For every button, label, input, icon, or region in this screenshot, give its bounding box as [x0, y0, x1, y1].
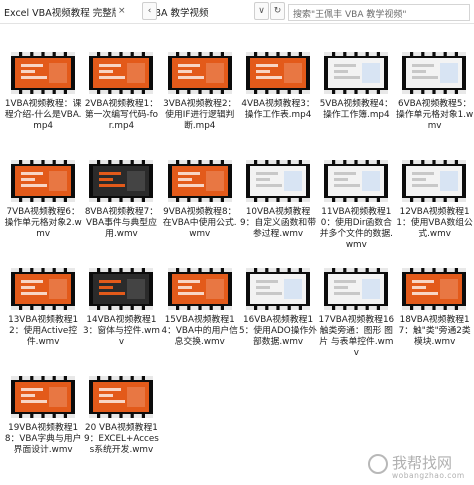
file-item[interactable]: 13VBA视频教程12：使用Active控件.wmv: [4, 262, 82, 370]
thumbnail-screen: [15, 382, 71, 412]
file-item[interactable]: 18VBA视频教程17：触"类"旁通2类模块.wmv: [395, 262, 473, 370]
title-bar: Excel VBA视频教程 完整版 × VBA 教学视频 ‹ ∨ ↻ 搜索"王佩…: [0, 0, 474, 24]
video-thumbnail-icon: [167, 160, 232, 202]
thumbnail-screen: [15, 274, 71, 304]
file-name: 3VBA视频教程2：使用IF进行逻辑判断.mp4: [163, 99, 237, 131]
video-thumbnail-icon: [167, 268, 232, 310]
thumbnail-screen: [93, 274, 150, 304]
video-thumbnail-icon: [324, 160, 389, 202]
thumbnail-screen: [249, 274, 306, 304]
file-item[interactable]: 9VBA视频教程8：在VBA中使用公式.wmv: [161, 154, 239, 262]
file-item[interactable]: 2VBA视频教程1：第一次编写代码-for.mp4: [82, 46, 160, 154]
file-item[interactable]: 14VBA视频教程13：窗体与控件.wmv: [82, 262, 160, 370]
video-thumbnail-icon: [89, 160, 154, 202]
file-name: 1VBA视频教程：课程介绍-什么是VBA.mp4: [4, 99, 82, 131]
file-item[interactable]: 12VBA视频教程11：使用VBA数组公式.wmv: [395, 154, 473, 262]
thumbnail-screen: [328, 274, 385, 304]
file-name: 17VBA视频教程16 触类旁通：图形 图片 与表单控件.wmv: [318, 315, 395, 358]
file-name: 10VBA视频教程9：自定义函数和带参过程.wmv: [240, 207, 317, 239]
file-item[interactable]: 15VBA视频教程14：VBA中的用户信息交换.wmv: [161, 262, 239, 370]
watermark-url: wobangzhao.com: [392, 471, 465, 480]
file-name: 15VBA视频教程14：VBA中的用户信息交换.wmv: [161, 315, 238, 347]
thumbnail-screen: [406, 58, 463, 88]
file-item[interactable]: 16VBA视频教程15：使用ADO操作外部数据.wmv: [239, 262, 317, 370]
video-thumbnail-icon: [324, 268, 389, 310]
file-item[interactable]: 3VBA视频教程2：使用IF进行逻辑判断.mp4: [161, 46, 239, 154]
video-thumbnail-icon: [11, 52, 75, 94]
file-item[interactable]: 6VBA视频教程5：操作单元格对象1.wmv: [395, 46, 473, 154]
file-name: 13VBA视频教程12：使用Active控件.wmv: [8, 315, 79, 347]
file-item[interactable]: 20 VBA视频教程19：EXCEL+Access系统开发.wmv: [82, 370, 160, 478]
thumbnail-screen: [328, 58, 385, 88]
file-item[interactable]: 11VBA视频教程10：使用Dir函数合并多个文件的数据.wmv: [317, 154, 395, 262]
thumbnail-screen: [406, 166, 463, 196]
file-item[interactable]: 4VBA视频教程3：操作工作表.mp4: [239, 46, 317, 154]
video-thumbnail-icon: [11, 160, 75, 202]
watermark-text: 我帮找网: [392, 454, 453, 472]
file-name: 6VBA视频教程5：操作单元格对象1.wmv: [396, 99, 474, 131]
video-thumbnail-icon: [245, 52, 310, 94]
file-name: 18VBA视频教程17：触"类"旁通2类模块.wmv: [398, 315, 471, 347]
thumbnail-screen: [328, 166, 385, 196]
file-item[interactable]: 8VBA视频教程7：VBA事件与典型应用.wmv: [82, 154, 160, 262]
file-name: 9VBA视频教程8：在VBA中使用公式.wmv: [162, 207, 237, 239]
refresh-icon[interactable]: ↻: [270, 2, 285, 20]
video-thumbnail-icon: [11, 376, 75, 418]
file-item[interactable]: 7VBA视频教程6：操作单元格对象2.wmv: [4, 154, 82, 262]
file-name: 5VBA视频教程4：操作工作簿.mp4: [319, 99, 393, 120]
thumbnail-screen: [15, 166, 71, 196]
video-thumbnail-icon: [245, 268, 310, 310]
file-name: 2VBA视频教程1：第一次编写代码-for.mp4: [84, 99, 159, 131]
file-name: 20 VBA视频教程19：EXCEL+Access系统开发.wmv: [84, 423, 159, 455]
video-thumbnail-icon: [11, 268, 75, 310]
video-thumbnail-icon: [89, 376, 154, 418]
thumbnail-screen: [249, 166, 306, 196]
video-thumbnail-icon: [402, 160, 467, 202]
thumbnail-screen: [171, 274, 228, 304]
thumbnail-screen: [93, 382, 150, 412]
thumbnail-screen: [93, 58, 150, 88]
file-item[interactable]: 19VBA视频教程18：VBA字典与用户界面设计.wmv: [4, 370, 82, 478]
dropdown-icon[interactable]: ∨: [254, 2, 269, 20]
video-thumbnail-icon: [402, 268, 467, 310]
watermark-logo-icon: [368, 454, 388, 474]
file-item[interactable]: 1VBA视频教程：课程介绍-什么是VBA.mp4: [4, 46, 82, 154]
file-name: 8VBA视频教程7：VBA事件与典型应用.wmv: [84, 207, 159, 239]
video-thumbnail-icon: [167, 52, 232, 94]
video-thumbnail-icon: [402, 52, 467, 94]
thumbnail-screen: [171, 166, 228, 196]
thumbnail-screen: [15, 58, 71, 88]
close-icon[interactable]: ×: [118, 5, 126, 17]
file-name: 19VBA视频教程18：VBA字典与用户界面设计.wmv: [4, 423, 82, 455]
file-name: 16VBA视频教程15：使用ADO操作外部数据.wmv: [238, 315, 318, 347]
file-grid: 1VBA视频教程：课程介绍-什么是VBA.mp4 2VBA视频教程1：第一次编写代…: [4, 46, 474, 478]
watermark: 我帮找网 wobangzhao.com: [368, 452, 472, 482]
video-thumbnail-icon: [89, 268, 154, 310]
file-name: 14VBA视频教程13：窗体与控件.wmv: [82, 315, 160, 347]
file-item[interactable]: 10VBA视频教程9：自定义函数和带参过程.wmv: [239, 154, 317, 262]
video-thumbnail-icon: [89, 52, 154, 94]
file-name: 7VBA视频教程6：操作单元格对象2.wmv: [4, 207, 82, 239]
thumbnail-screen: [249, 58, 306, 88]
thumbnail-screen: [171, 58, 228, 88]
file-item[interactable]: 5VBA视频教程4：操作工作簿.mp4: [317, 46, 395, 154]
video-thumbnail-icon: [245, 160, 310, 202]
video-thumbnail-icon: [324, 52, 389, 94]
file-name: 11VBA视频教程10：使用Dir函数合并多个文件的数据.wmv: [319, 207, 393, 250]
file-item[interactable]: 17VBA视频教程16 触类旁通：图形 图片 与表单控件.wmv: [317, 262, 395, 370]
thumbnail-screen: [406, 274, 463, 304]
thumbnail-screen: [93, 166, 150, 196]
window-tab-title[interactable]: Excel VBA视频教程 完整版: [0, 0, 116, 24]
file-name: 4VBA视频教程3：操作工作表.mp4: [241, 99, 315, 120]
file-name: 12VBA视频教程11：使用VBA数组公式.wmv: [396, 207, 473, 239]
chevron-left-icon[interactable]: ‹: [142, 2, 157, 20]
search-input[interactable]: 搜索"王佩丰 VBA 教学视频": [288, 4, 470, 21]
